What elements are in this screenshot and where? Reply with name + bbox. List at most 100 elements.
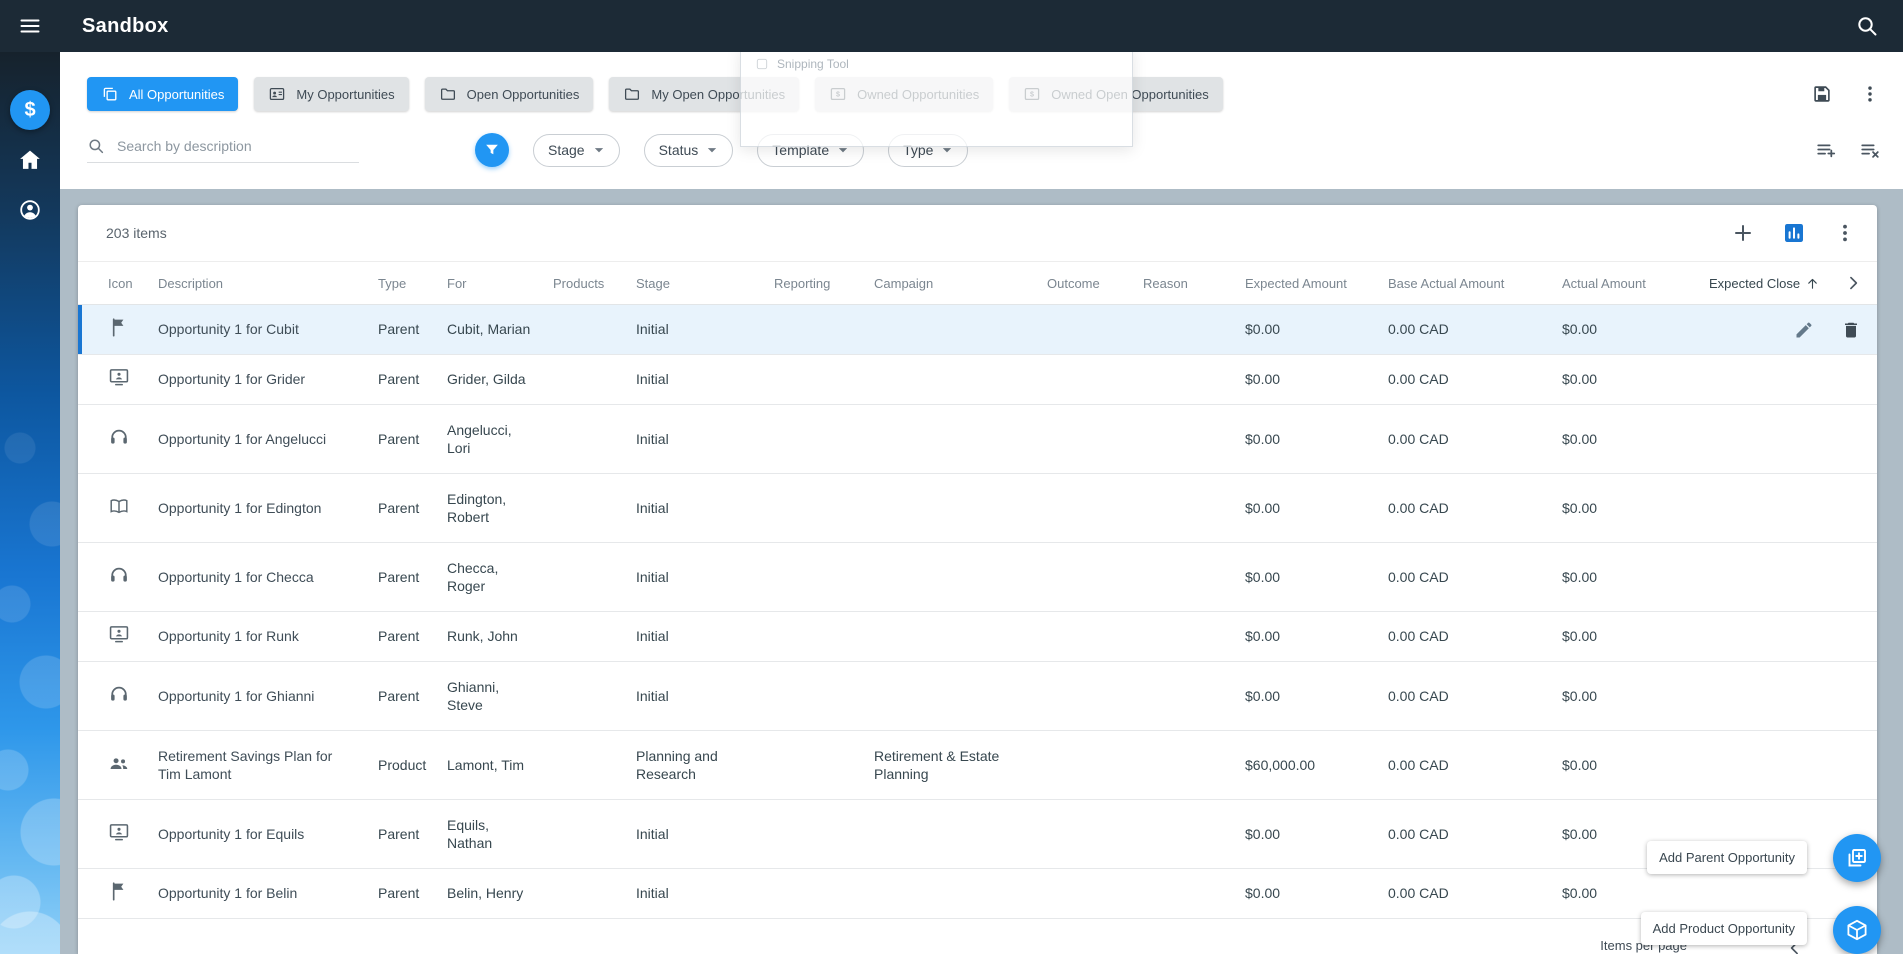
- global-search-button[interactable]: [1847, 6, 1887, 46]
- sidebar-item-home[interactable]: [10, 140, 50, 180]
- headset-icon: [108, 683, 130, 705]
- delete-row-button[interactable]: [1841, 320, 1861, 340]
- table-row-opportunity-1-for-belin[interactable]: Opportunity 1 for Belin Parent Belin, Henr…: [78, 869, 1877, 919]
- table-row-opportunity-1-for-angelucci[interactable]: Opportunity 1 for Angelucci Parent Angeluc…: [78, 405, 1877, 474]
- table-row-opportunity-1-for-edington[interactable]: Opportunity 1 for Edington Parent Edington…: [78, 474, 1877, 543]
- column-header-icon[interactable]: Icon: [108, 276, 158, 291]
- table-row-opportunity-1-for-checca[interactable]: Opportunity 1 for Checca Parent Checca, Ro…: [78, 543, 1877, 612]
- cell-stage: Initial: [636, 321, 669, 338]
- chip-my-opportunities[interactable]: My Opportunities: [254, 77, 409, 111]
- column-header-type[interactable]: Type: [378, 276, 447, 291]
- monitor-icon: [108, 366, 130, 388]
- add-item-button[interactable]: [1731, 221, 1755, 245]
- cell-stage: Planning and Research: [636, 747, 718, 782]
- headset-icon: [108, 564, 130, 586]
- column-label: Base Actual Amount: [1388, 275, 1505, 291]
- cell-actual-amount: $0.00: [1562, 628, 1598, 645]
- cell-expected-amount: $0.00: [1245, 499, 1281, 516]
- sidebar-item-profile[interactable]: [10, 190, 50, 230]
- playlist-remove-icon: [1859, 139, 1881, 161]
- column-header-base-actual-amount[interactable]: Base Actual Amount: [1388, 276, 1562, 291]
- cell-for: Runk, John: [447, 628, 518, 645]
- cell-expected-amount: $0.00: [1245, 885, 1281, 902]
- cell-expected-amount: $0.00: [1245, 568, 1281, 585]
- add-parent-opportunity-fab[interactable]: [1833, 834, 1881, 882]
- column-header-reporting[interactable]: Reporting: [774, 276, 874, 291]
- column-header-expected-amount[interactable]: Expected Amount: [1245, 276, 1388, 291]
- search-input[interactable]: [115, 137, 359, 155]
- table-row-opportunity-1-for-grider[interactable]: Opportunity 1 for Grider Parent Grider, Gi…: [78, 355, 1877, 405]
- filter-button[interactable]: [475, 133, 509, 167]
- home-icon: [17, 147, 43, 173]
- remove-from-list-button[interactable]: [1859, 139, 1881, 161]
- flag-icon: [108, 880, 130, 902]
- column-header-outcome[interactable]: Outcome: [1047, 276, 1143, 291]
- chip-open-opportunities[interactable]: Open Opportunities: [424, 77, 594, 111]
- column-header-stage[interactable]: Stage: [636, 276, 774, 291]
- column-label: Outcome: [1047, 275, 1100, 291]
- cell-base-actual-amount: 0.00 CAD: [1388, 885, 1449, 902]
- column-label: Reporting: [774, 275, 831, 291]
- view-more-menu-button[interactable]: [1859, 83, 1881, 105]
- table-row-opportunity-1-for-equils[interactable]: Opportunity 1 for Equils Parent Equils, Na…: [78, 800, 1877, 869]
- table-row-opportunity-1-for-ghianni[interactable]: Opportunity 1 for Ghianni Parent Ghianni, …: [78, 662, 1877, 731]
- column-header-expected-close[interactable]: Expected Close: [1709, 276, 1859, 291]
- cell-type: Parent: [378, 628, 420, 645]
- column-header-description[interactable]: Description: [158, 276, 378, 291]
- cell-stage: Initial: [636, 430, 669, 447]
- save-view-button[interactable]: [1811, 83, 1833, 105]
- cell-stage: Initial: [636, 628, 669, 645]
- top-bar: Sandbox: [0, 0, 1903, 52]
- chip-all-opportunities[interactable]: All Opportunities: [87, 77, 239, 111]
- cell-type: Parent: [378, 885, 420, 902]
- column-label: Expected Close: [1709, 275, 1801, 291]
- chevron-down-icon: [589, 140, 609, 160]
- items-count: 203 items: [106, 225, 167, 241]
- cell-icon: [108, 366, 158, 392]
- cell-base-actual-amount: 0.00 CAD: [1388, 756, 1449, 773]
- ghost-window-snipping-tool: Snipping Tool: [740, 48, 1133, 147]
- chart-view-button[interactable]: [1782, 221, 1806, 245]
- column-header-reason[interactable]: Reason: [1143, 276, 1245, 291]
- column-label: Description: [158, 275, 224, 291]
- cell-icon: [108, 821, 158, 847]
- cell-for: Checca, Roger: [447, 559, 499, 594]
- people-icon: [108, 752, 130, 774]
- cell-campaign: Retirement & Estate Planning: [874, 747, 1000, 782]
- search-box: [87, 137, 359, 163]
- cell-icon: [108, 683, 158, 709]
- sort-ascending-icon: [1805, 276, 1820, 291]
- cell-for: Cubit, Marian: [447, 321, 531, 338]
- tooltip-add-parent-opportunity: Add Parent Opportunity: [1647, 841, 1807, 874]
- menu-button[interactable]: [0, 0, 60, 52]
- cell-type: Parent: [378, 499, 420, 516]
- sidebar-item-opportunities[interactable]: $: [10, 90, 50, 130]
- table-toolbar-actions: [1731, 221, 1857, 245]
- add-to-list-button[interactable]: [1815, 139, 1837, 161]
- table-row-retirement-savings-plan-for-tim-lamont[interactable]: Retirement Savings Plan for Tim Lamont Pr…: [78, 731, 1877, 800]
- column-header-campaign[interactable]: Campaign: [874, 276, 1047, 291]
- folder-icon: [623, 85, 641, 103]
- table-row-opportunity-1-for-cubit[interactable]: Opportunity 1 for Cubit Parent Cubit, Mari…: [78, 305, 1877, 355]
- cell-type: Product: [378, 756, 427, 773]
- stage-filter-dropdown[interactable]: Stage: [533, 133, 620, 167]
- column-label: Type: [378, 275, 407, 291]
- cell-icon: [108, 880, 158, 906]
- table-row-opportunity-1-for-runk[interactable]: Opportunity 1 for Runk Parent Runk, John In…: [78, 612, 1877, 662]
- cell-type: Parent: [378, 430, 420, 447]
- table-header-row: Icon Description Type For Products Stage Repor…: [78, 261, 1877, 305]
- table-more-menu-button[interactable]: [1833, 221, 1857, 245]
- snipping-tool-icon: [755, 57, 769, 71]
- add-product-opportunity-fab[interactable]: [1833, 906, 1881, 954]
- edit-row-button[interactable]: [1794, 320, 1814, 340]
- column-header-actual-amount[interactable]: Actual Amount: [1562, 276, 1709, 291]
- column-header-products[interactable]: Products: [553, 276, 636, 291]
- cell-actual-amount: $0.00: [1562, 371, 1598, 388]
- cell-stage: Initial: [636, 687, 669, 704]
- status-filter-dropdown[interactable]: Status: [643, 133, 734, 167]
- cell-for: Edington, Robert: [447, 490, 507, 525]
- cell-stage: Initial: [636, 371, 669, 388]
- scroll-columns-right-button[interactable]: [1843, 273, 1863, 293]
- column-header-for[interactable]: For: [447, 276, 553, 291]
- cell-stage: Initial: [636, 499, 669, 516]
